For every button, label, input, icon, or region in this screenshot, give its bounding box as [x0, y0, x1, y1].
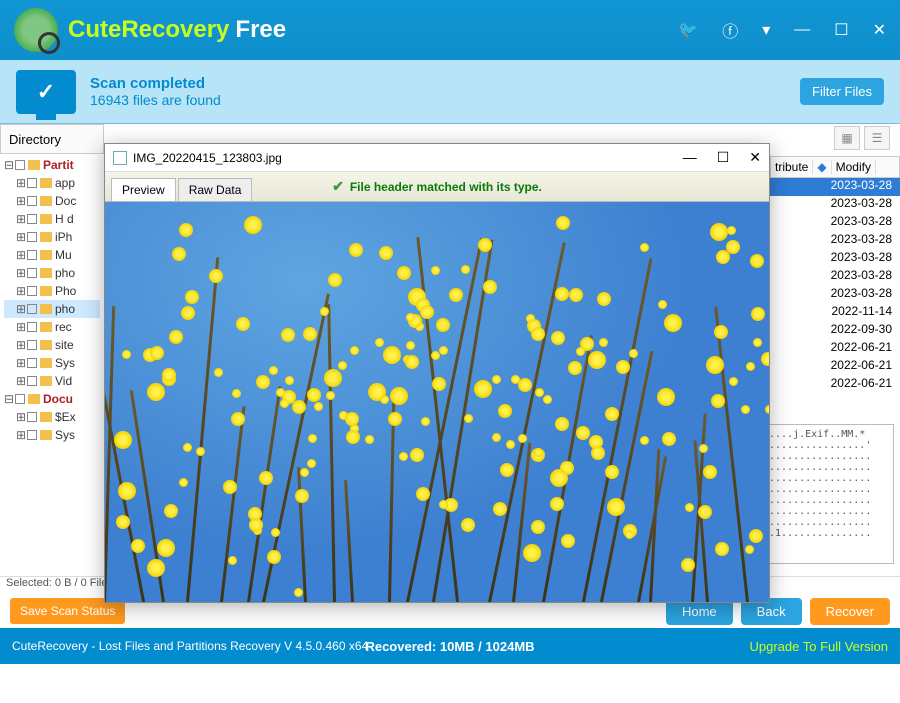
tree-item[interactable]: ⊞Doc: [4, 192, 100, 210]
tab-preview[interactable]: Preview: [111, 178, 176, 201]
facebook-icon[interactable]: ⓕ: [722, 18, 738, 42]
tree-item[interactable]: ⊞$Ex: [4, 408, 100, 426]
tree-item[interactable]: ⊞Vid: [4, 372, 100, 390]
tree-item[interactable]: ⊞Mu: [4, 246, 100, 264]
scan-complete-icon: ✓: [16, 70, 76, 114]
file-icon: [113, 151, 127, 165]
footer-version: CuteRecovery - Lost Files and Partitions…: [12, 639, 368, 653]
file-row-date[interactable]: 2023-03-28: [770, 178, 900, 196]
status-banner: ✓ Scan completed 16943 files are found F…: [0, 60, 900, 124]
tree-item[interactable]: ⊞Sys: [4, 354, 100, 372]
app-name: CuteRecovery: [68, 16, 229, 44]
header-match-message: File header matched with its type.: [332, 178, 542, 195]
preview-tabs: Preview Raw Data File header matched wit…: [105, 172, 769, 202]
tree-item[interactable]: ⊞pho: [4, 300, 100, 318]
column-attribute[interactable]: tribute: [771, 160, 813, 174]
file-row-date[interactable]: 2022-06-21: [770, 340, 900, 358]
file-row-date[interactable]: 2023-03-28: [770, 196, 900, 214]
file-row-date[interactable]: 2022-06-21: [770, 358, 900, 376]
twitter-icon[interactable]: 🐦: [678, 20, 698, 40]
file-date-list[interactable]: 2023-03-282023-03-282023-03-282023-03-28…: [770, 178, 900, 394]
tree-item[interactable]: ⊞app: [4, 174, 100, 192]
footer-recovered: Recovered: 10MB / 1024MB: [365, 639, 534, 654]
tree-root-partitions[interactable]: Partit: [43, 156, 74, 174]
list-view-icon[interactable]: ☰: [864, 126, 890, 150]
app-edition: Free: [235, 16, 286, 44]
preview-maximize-icon[interactable]: ☐: [717, 149, 730, 166]
tree-root-documents[interactable]: Docu: [43, 390, 73, 408]
preview-titlebar[interactable]: IMG_20220415_123803.jpg — ☐ ✕: [105, 144, 769, 172]
tree-item[interactable]: ⊞Pho: [4, 282, 100, 300]
directory-tab[interactable]: Directory: [0, 124, 104, 154]
file-row-date[interactable]: 2022-06-21: [770, 376, 900, 394]
tree-item[interactable]: ⊞pho: [4, 264, 100, 282]
preview-filename: IMG_20220415_123803.jpg: [133, 151, 282, 165]
footer-bar: CuteRecovery - Lost Files and Partitions…: [0, 628, 900, 664]
upgrade-link[interactable]: Upgrade To Full Version: [749, 639, 888, 654]
tree-item[interactable]: ⊞rec: [4, 318, 100, 336]
app-logo-icon: [14, 8, 58, 52]
file-row-date[interactable]: 2022-11-14: [770, 304, 900, 322]
column-modify[interactable]: Modify: [832, 160, 876, 174]
hex-preview: ....j.Exif..MM.* ................' .....…: [764, 424, 894, 564]
preview-image: [105, 202, 769, 602]
tree-item[interactable]: ⊞H d: [4, 210, 100, 228]
file-list-columns: tribute ◆ Modify 2023-03-282023-03-28202…: [770, 156, 900, 394]
file-row-date[interactable]: 2023-03-28: [770, 214, 900, 232]
preview-window: IMG_20220415_123803.jpg — ☐ ✕ Preview Ra…: [104, 143, 770, 603]
file-row-date[interactable]: 2023-03-28: [770, 268, 900, 286]
tab-raw-data[interactable]: Raw Data: [178, 178, 253, 201]
tree-item[interactable]: ⊞Sys: [4, 426, 100, 444]
tree-item[interactable]: ⊞site: [4, 336, 100, 354]
status-title: Scan completed: [90, 75, 221, 92]
close-icon[interactable]: ✕: [873, 20, 886, 40]
file-row-date[interactable]: 2022-09-30: [770, 322, 900, 340]
recover-button[interactable]: Recover: [810, 598, 890, 625]
preview-close-icon[interactable]: ✕: [749, 149, 761, 166]
file-row-date[interactable]: 2023-03-28: [770, 232, 900, 250]
maximize-icon[interactable]: ☐: [834, 20, 848, 40]
filter-files-button[interactable]: Filter Files: [800, 78, 884, 105]
file-row-date[interactable]: 2023-03-28: [770, 250, 900, 268]
preview-minimize-icon[interactable]: —: [683, 149, 697, 166]
grid-view-icon[interactable]: ▦: [834, 126, 860, 150]
directory-tree[interactable]: ⊟Partit ⊞app⊞Doc⊞H d⊞iPh⊞Mu⊞pho⊞Pho⊞pho⊞…: [4, 156, 100, 444]
status-subtitle: 16943 files are found: [90, 92, 221, 108]
titlebar: CuteRecovery Free 🐦 ⓕ ▾ — ☐ ✕: [0, 0, 900, 60]
file-row-date[interactable]: 2023-03-28: [770, 286, 900, 304]
minimize-icon[interactable]: —: [794, 21, 810, 39]
dropdown-icon[interactable]: ▾: [762, 20, 770, 40]
tree-item[interactable]: ⊞iPh: [4, 228, 100, 246]
